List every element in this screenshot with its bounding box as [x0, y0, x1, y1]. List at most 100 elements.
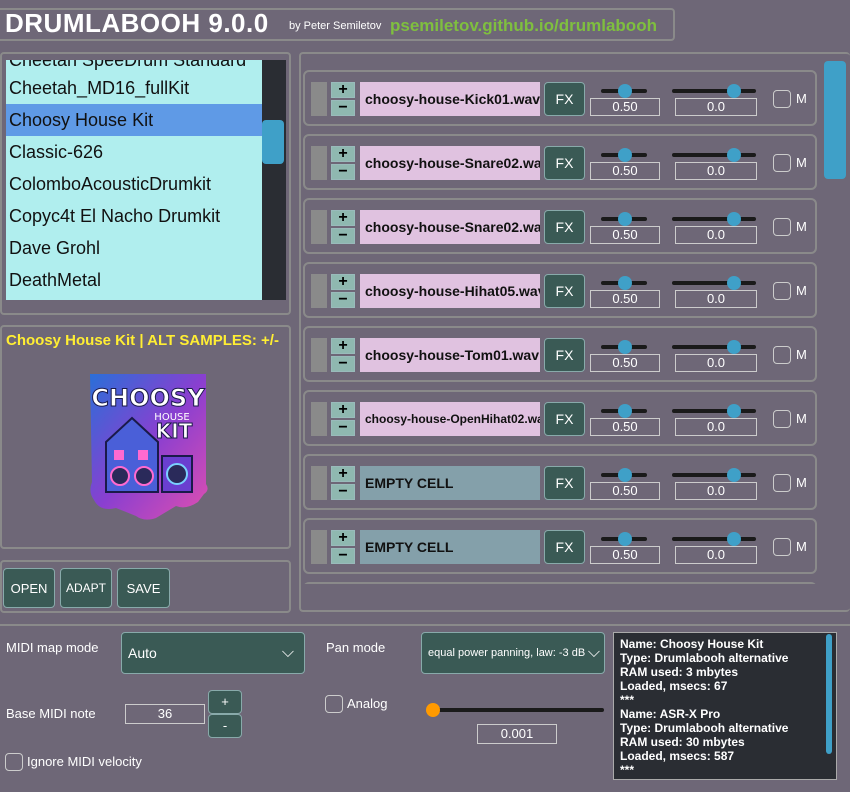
- cell-plus-button[interactable]: +: [331, 402, 355, 418]
- cells-scroll-thumb[interactable]: [824, 61, 846, 179]
- cell-volume-knob[interactable]: [618, 84, 632, 98]
- cell-volume-value[interactable]: 0.50: [590, 162, 660, 180]
- adapt-button[interactable]: ADAPT: [60, 568, 112, 608]
- cell-drag-handle[interactable]: [311, 210, 327, 244]
- cell-plus-button[interactable]: +: [331, 530, 355, 546]
- cell-drag-handle[interactable]: [311, 466, 327, 500]
- cell-volume-knob[interactable]: [618, 212, 632, 226]
- kit-log[interactable]: Name: Choosy House Kit Type: Drumlabooh …: [613, 632, 837, 780]
- cell-mute-checkbox[interactable]: [773, 474, 791, 492]
- kit-list-item[interactable]: Classic-626: [6, 136, 262, 168]
- cell-volume-knob[interactable]: [618, 340, 632, 354]
- cell-drag-handle[interactable]: [311, 402, 327, 436]
- cell-volume-value[interactable]: 0.50: [590, 546, 660, 564]
- cell-drag-handle[interactable]: [311, 146, 327, 180]
- kit-list-item[interactable]: Cheetah_MD16_fullKit: [6, 72, 262, 104]
- cell-pan-value[interactable]: 0.0: [675, 418, 757, 436]
- cell-volume-value[interactable]: 0.50: [590, 418, 660, 436]
- cell-pan-slider[interactable]: [672, 217, 756, 221]
- cell-minus-button[interactable]: −: [331, 228, 355, 244]
- cell-volume-knob[interactable]: [618, 148, 632, 162]
- kit-list[interactable]: Cheetah SpeeDrum Standard Cheetah_MD16_f…: [6, 60, 262, 300]
- cell-pan-value[interactable]: 0.0: [675, 546, 757, 564]
- midi-map-select[interactable]: Auto ⌵: [121, 632, 305, 674]
- cell-volume-value[interactable]: 0.50: [590, 482, 660, 500]
- cell-pan-knob[interactable]: [727, 276, 741, 290]
- cell-sample-name[interactable]: choosy-house-Kick01.wav: [360, 82, 540, 116]
- cell-drag-handle[interactable]: [311, 530, 327, 564]
- cell-pan-knob[interactable]: [727, 468, 741, 482]
- base-midi-plus-button[interactable]: +: [208, 690, 242, 714]
- cell-volume-knob[interactable]: [618, 468, 632, 482]
- cell-plus-button[interactable]: +: [331, 146, 355, 162]
- cell-plus-button[interactable]: +: [331, 82, 355, 98]
- cell-minus-button[interactable]: −: [331, 292, 355, 308]
- cell-minus-button[interactable]: −: [331, 356, 355, 372]
- cell-volume-knob[interactable]: [618, 276, 632, 290]
- cell-sample-name[interactable]: EMPTY CELL: [360, 530, 540, 564]
- cell-sample-name[interactable]: EMPTY CELL: [360, 466, 540, 500]
- pan-mode-select[interactable]: equal power panning, law: -3 dB ⌵: [421, 632, 605, 674]
- cell-volume-value[interactable]: 0.50: [590, 290, 660, 308]
- cell-pan-slider[interactable]: [672, 537, 756, 541]
- cell-minus-button[interactable]: −: [331, 548, 355, 564]
- base-midi-value[interactable]: 36: [125, 704, 205, 724]
- cell-mute-checkbox[interactable]: [773, 90, 791, 108]
- cell-sample-name[interactable]: choosy-house-Hihat05.wav: [360, 274, 540, 308]
- cell-plus-button[interactable]: +: [331, 466, 355, 482]
- cell-minus-button[interactable]: −: [331, 484, 355, 500]
- cell-pan-knob[interactable]: [727, 340, 741, 354]
- kit-list-scroll-thumb[interactable]: [262, 120, 284, 164]
- cell-pan-slider[interactable]: [672, 153, 756, 157]
- cell-fx-button[interactable]: FX: [544, 402, 585, 436]
- cell-plus-button[interactable]: +: [331, 338, 355, 354]
- ignore-velocity-checkbox[interactable]: [5, 753, 23, 771]
- cell-drag-handle[interactable]: [311, 338, 327, 372]
- cell-pan-value[interactable]: 0.0: [675, 482, 757, 500]
- cell-pan-knob[interactable]: [727, 404, 741, 418]
- cell-fx-button[interactable]: FX: [544, 530, 585, 564]
- cell-pan-slider[interactable]: [672, 473, 756, 477]
- cell-drag-handle[interactable]: [311, 274, 327, 308]
- cell-plus-button[interactable]: +: [331, 274, 355, 290]
- cell-pan-value[interactable]: 0.0: [675, 354, 757, 372]
- cell-drag-handle[interactable]: [311, 82, 327, 116]
- cell-pan-knob[interactable]: [727, 84, 741, 98]
- cell-minus-button[interactable]: −: [331, 420, 355, 436]
- cell-fx-button[interactable]: FX: [544, 82, 585, 116]
- cell-minus-button[interactable]: −: [331, 164, 355, 180]
- cell-volume-value[interactable]: 0.50: [590, 354, 660, 372]
- cell-volume-knob[interactable]: [618, 404, 632, 418]
- kit-list-item[interactable]: ColomboAcousticDrumkit: [6, 168, 262, 200]
- cell-pan-value[interactable]: 0.0: [675, 162, 757, 180]
- cell-sample-name[interactable]: choosy-house-Tom01.wav: [360, 338, 540, 372]
- cell-sample-name[interactable]: choosy-house-Snare02.wav: [360, 210, 540, 244]
- save-button[interactable]: SAVE: [117, 568, 170, 608]
- cell-sample-name[interactable]: choosy-house-Snare02.wav: [360, 146, 540, 180]
- cell-plus-button[interactable]: +: [331, 210, 355, 226]
- cell-mute-checkbox[interactable]: [773, 538, 791, 556]
- cell-fx-button[interactable]: FX: [544, 210, 585, 244]
- cell-volume-knob[interactable]: [618, 532, 632, 546]
- cell-pan-slider[interactable]: [672, 281, 756, 285]
- log-scrollbar[interactable]: [826, 634, 832, 754]
- analog-slider[interactable]: [432, 708, 604, 712]
- cell-mute-checkbox[interactable]: [773, 346, 791, 364]
- open-button[interactable]: OPEN: [3, 568, 55, 608]
- cell-mute-checkbox[interactable]: [773, 410, 791, 428]
- cell-mute-checkbox[interactable]: [773, 218, 791, 236]
- kit-list-item[interactable]: Dave Grohl: [6, 232, 262, 264]
- cell-fx-button[interactable]: FX: [544, 466, 585, 500]
- cell-volume-value[interactable]: 0.50: [590, 226, 660, 244]
- analog-checkbox[interactable]: [325, 695, 343, 713]
- kit-list-item[interactable]: Copyc4t El Nacho Drumkit: [6, 200, 262, 232]
- kit-list-scrollbar[interactable]: [262, 60, 286, 300]
- cell-sample-name[interactable]: choosy-house-OpenHihat02.wav: [360, 402, 540, 436]
- kit-list-item[interactable]: DeathMetal: [6, 264, 262, 296]
- cell-pan-slider[interactable]: [672, 345, 756, 349]
- kit-list-item-selected[interactable]: Choosy House Kit: [6, 104, 262, 136]
- cell-mute-checkbox[interactable]: [773, 154, 791, 172]
- analog-value[interactable]: 0.001: [477, 724, 557, 744]
- cell-pan-slider[interactable]: [672, 409, 756, 413]
- cell-pan-knob[interactable]: [727, 148, 741, 162]
